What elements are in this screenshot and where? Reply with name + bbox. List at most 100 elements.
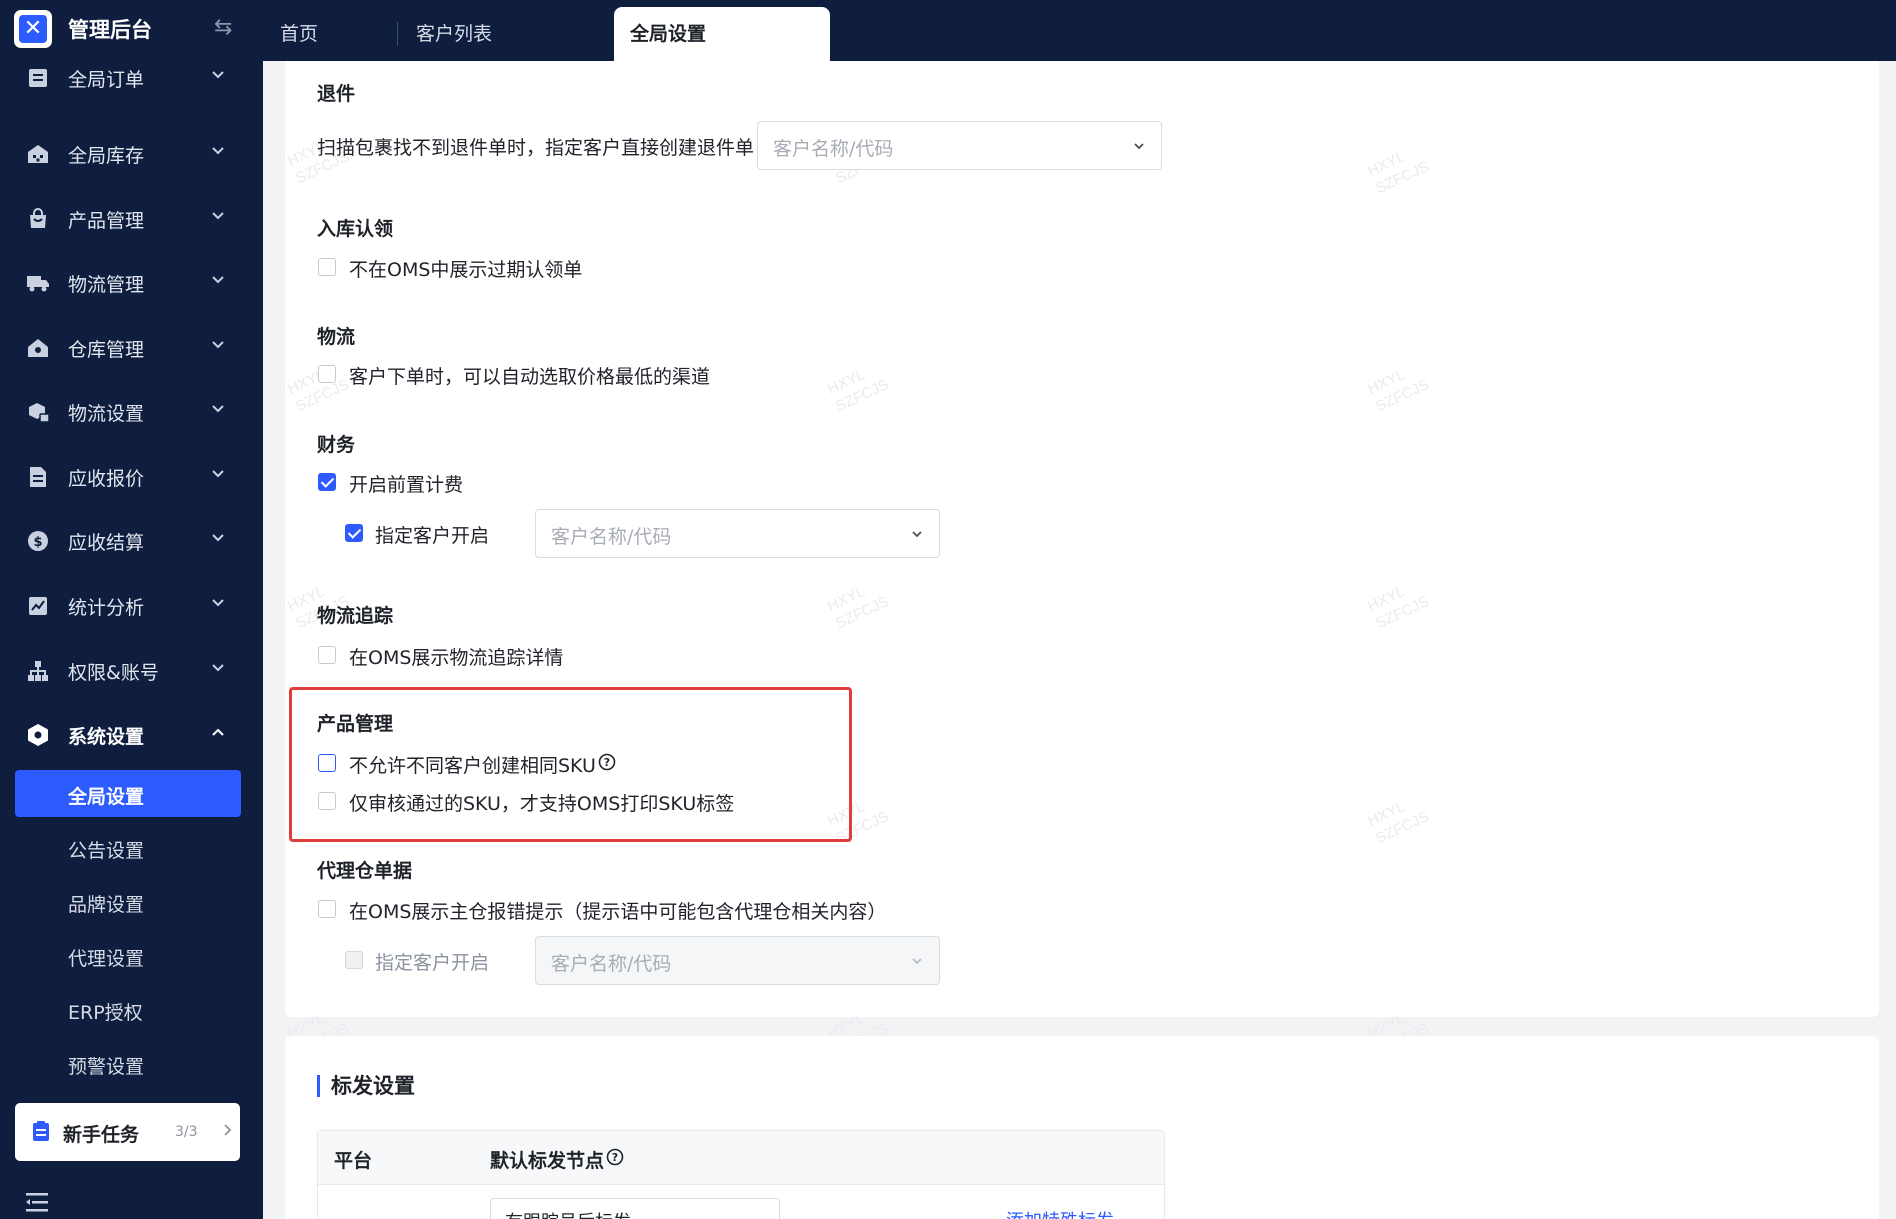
checkbox-label: 指定客户开启 (375, 952, 490, 974)
swap-arrows-icon[interactable]: ⇆ (214, 15, 232, 40)
returns-description: 扫描包裹找不到退件单时，指定客户直接创建退件单 (317, 137, 755, 159)
sidebar-item-receivable-settlement[interactable]: $ 应收结算 (0, 516, 263, 566)
finance-prebilling-checkbox[interactable] (318, 473, 336, 491)
bag-icon (30, 208, 46, 228)
proxy-specific-customer-checkbox[interactable] (345, 951, 363, 969)
add-special-label-link[interactable]: 添加特殊标发 (1006, 1207, 1114, 1219)
chevron-down-icon (212, 664, 224, 672)
checkbox-label: 在OMS展示主仓报错提示（提示语中可能包含代理仓相关内容） (349, 901, 887, 923)
settings-card (285, 61, 1879, 1017)
select-placeholder: 客户名称/代码 (551, 526, 672, 548)
sidebar-item-logistics-management[interactable]: 物流管理 (0, 258, 263, 308)
proxy-customer-select[interactable]: 客户名称/代码 (535, 936, 940, 985)
sidebar-item-label: 应收报价 (68, 468, 145, 490)
sidebar-item-label: 统计分析 (68, 597, 145, 619)
order-icon (29, 69, 47, 87)
sidebar-subitem-announcement-settings[interactable]: 公告设置 (15, 824, 241, 871)
sidebar-subitem-brand-settings[interactable]: 品牌设置 (15, 878, 241, 925)
chevron-down-icon (912, 958, 922, 965)
svg-text:$: $ (33, 535, 42, 550)
section-title-logistics: 物流 (317, 326, 356, 348)
chevron-up-icon (212, 728, 224, 736)
inbound-hide-expired-checkbox[interactable] (318, 258, 336, 276)
newbie-tasks-button[interactable]: 新手任务 3/3 (15, 1103, 240, 1161)
sidebar-subitem-label: 代理设置 (68, 948, 145, 970)
org-tree-icon (28, 661, 48, 681)
hexagon-settings-icon (28, 724, 48, 746)
chevron-down-icon (212, 599, 224, 607)
sidebar-item-label: 权限&账号 (68, 662, 159, 684)
newbie-tasks-count: 3/3 (175, 1124, 198, 1140)
default-node-select[interactable]: 有跟踪号后标发 (490, 1198, 780, 1219)
question-circle-icon[interactable]: ? (598, 753, 616, 771)
sidebar-item-global-orders[interactable]: 全局订单 (0, 61, 263, 103)
sidebar-subitem-label: 公告设置 (68, 840, 145, 862)
sidebar-subitem-erp-authorization[interactable]: ERP授权 (15, 986, 241, 1033)
dollar-icon: $ (28, 531, 48, 551)
clipboard-icon (33, 1121, 49, 1141)
warehouse-icon (28, 145, 48, 163)
question-circle-icon[interactable]: ? (606, 1148, 624, 1166)
logistics-auto-cheapest-checkbox[interactable] (318, 365, 336, 383)
sidebar-subitem-label: 品牌设置 (68, 894, 145, 916)
sidebar-subitem-global-settings[interactable]: 全局设置 (15, 770, 241, 817)
tracking-details-checkbox[interactable] (318, 646, 336, 664)
sidebar-item-label: 物流设置 (68, 403, 145, 425)
sidebar-item-system-settings[interactable]: 系统设置 (0, 710, 263, 760)
checkbox-label: 不允许不同客户创建相同SKU (349, 755, 596, 777)
tab-home[interactable]: 首页 (262, 7, 397, 61)
label-settings-title: 标发设置 (317, 1075, 415, 1097)
chevron-down-icon (212, 212, 224, 220)
section-title-product: 产品管理 (317, 713, 394, 735)
sidebar-item-warehouse-management[interactable]: 仓库管理 (0, 323, 263, 373)
sidebar-item-label: 物流管理 (68, 274, 145, 296)
chart-icon (29, 597, 47, 615)
truck-icon (27, 276, 49, 292)
checkbox-label: 不在OMS中展示过期认领单 (349, 259, 583, 281)
section-title-finance: 财务 (317, 434, 356, 456)
sidebar-item-receivable-quotes[interactable]: 应收报价 (0, 452, 263, 502)
chevron-down-icon (212, 276, 224, 284)
chevron-down-icon (212, 147, 224, 155)
sidebar-subitem-label: 预警设置 (68, 1056, 145, 1078)
sidebar-subitem-label: ERP授权 (68, 1002, 143, 1024)
app-title: 管理后台 (68, 18, 152, 42)
sidebar-item-global-inventory[interactable]: 全局库存 (0, 129, 263, 179)
chevron-down-icon (212, 470, 224, 478)
column-header-default-node: 默认标发节点 (490, 1150, 605, 1172)
svg-text:?: ? (604, 756, 610, 769)
sidebar-subitem-proxy-settings[interactable]: 代理设置 (15, 932, 241, 979)
sidebar-item-label: 全局订单 (68, 69, 145, 91)
sidebar-item-permissions-accounts[interactable]: 权限&账号 (0, 646, 263, 696)
product-unique-sku-checkbox[interactable] (318, 754, 336, 772)
newbie-tasks-label: 新手任务 (63, 1124, 140, 1146)
tab-customer-list[interactable]: 客户列表 (397, 22, 614, 46)
select-placeholder: 客户名称/代码 (551, 953, 672, 975)
sidebar-subitem-alert-settings[interactable]: 预警设置 (15, 1040, 241, 1087)
column-header-platform: 平台 (334, 1150, 373, 1172)
checkbox-label: 指定客户开启 (375, 525, 490, 547)
finance-specific-customer-checkbox[interactable] (345, 524, 363, 542)
product-approved-sku-label-checkbox[interactable] (318, 792, 336, 810)
top-bar: ✕ 管理后台 ⇆ 首页 客户列表 全局设置 (0, 0, 1896, 61)
finance-customer-select[interactable]: 客户名称/代码 (535, 509, 940, 558)
chevron-down-icon (212, 71, 224, 79)
checkbox-label: 客户下单时，可以自动选取价格最低的渠道 (349, 366, 711, 388)
document-icon (30, 467, 46, 487)
sidebar-item-label: 仓库管理 (68, 339, 145, 361)
sidebar-item-statistics[interactable]: 统计分析 (0, 581, 263, 631)
section-title-tracking: 物流追踪 (317, 605, 394, 627)
section-title-returns: 退件 (317, 83, 356, 105)
table-header: 平台 默认标发节点 ? (318, 1131, 1164, 1185)
chevron-down-icon (912, 531, 922, 538)
menu-fold-icon[interactable] (26, 1192, 50, 1212)
sidebar-item-label: 系统设置 (68, 726, 145, 748)
select-value: 有跟踪号后标发 (505, 1208, 631, 1219)
returns-customer-select[interactable]: 客户名称/代码 (757, 121, 1162, 170)
sidebar-item-product-management[interactable]: 产品管理 (0, 194, 263, 244)
sidebar-item-logistics-settings[interactable]: 物流设置 (0, 387, 263, 437)
tab-global-settings[interactable]: 全局设置 (614, 7, 830, 61)
checkbox-label: 开启前置计费 (349, 474, 464, 496)
label-settings-table: 平台 默认标发节点 ? 有跟踪号后标发 添加特殊标发 (317, 1130, 1165, 1219)
proxy-error-prompt-checkbox[interactable] (318, 900, 336, 918)
